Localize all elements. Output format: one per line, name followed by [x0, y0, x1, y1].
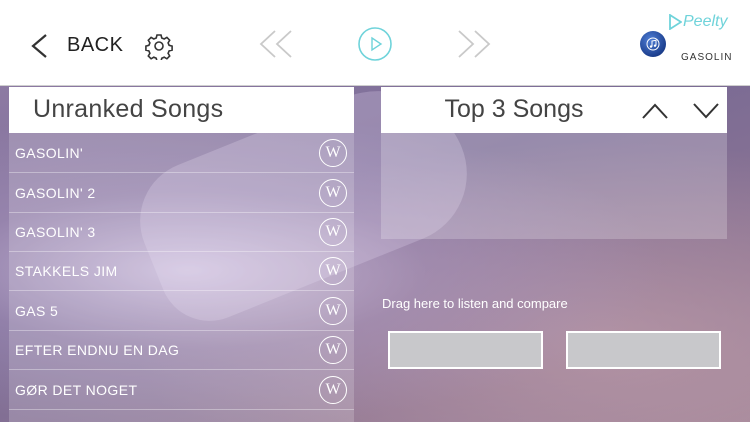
list-item[interactable]: GAS 5 W [9, 291, 354, 331]
compare-slot-right[interactable] [566, 331, 721, 369]
w-button[interactable]: W [319, 179, 347, 207]
chevron-down-icon[interactable] [692, 101, 720, 121]
list-item[interactable]: GØR DET NOGET W [9, 370, 354, 410]
song-name: EFTER ENDNU EN DAG [15, 342, 180, 358]
song-list: GASOLIN' W GASOLIN' 2 W GASOLIN' 3 W STA… [9, 133, 354, 422]
w-button[interactable]: W [319, 218, 347, 246]
w-button[interactable]: W [319, 257, 347, 285]
w-button[interactable]: W [319, 297, 347, 325]
list-item[interactable]: STAKKELS JIM W [9, 251, 354, 291]
unranked-songs-panel: Unranked Songs GASOLIN' W GASOLIN' 2 W G… [9, 87, 354, 422]
play-icon[interactable] [357, 26, 393, 62]
compare-slot-left[interactable] [388, 331, 543, 369]
w-button[interactable]: W [319, 139, 347, 167]
song-name: GASOLIN' 3 [15, 224, 96, 240]
peelty-logo-icon [669, 14, 682, 30]
song-name: GASOLIN' 2 [15, 185, 96, 201]
rewind-icon[interactable] [257, 29, 295, 59]
w-button[interactable]: W [319, 376, 347, 404]
top3-header: Top 3 Songs [381, 87, 727, 133]
song-name: STAKKELS JIM [15, 263, 118, 279]
top-3-songs-panel: Top 3 Songs [381, 87, 727, 239]
song-name: GASOLIN' [15, 145, 84, 161]
list-item[interactable]: GASOLIN' W [9, 133, 354, 173]
music-note-icon[interactable] [640, 31, 666, 57]
back-button[interactable]: BACK [67, 34, 123, 57]
gear-icon[interactable] [145, 32, 173, 60]
chevron-left-icon[interactable] [28, 33, 50, 59]
unranked-header: Unranked Songs [9, 87, 354, 133]
song-name: GAS 5 [15, 303, 59, 319]
top3-drop-area[interactable] [381, 133, 727, 239]
w-button[interactable]: W [319, 336, 347, 364]
top3-title: Top 3 Songs [444, 95, 584, 123]
brand-name: Peelty [683, 13, 728, 30]
list-item[interactable]: EFTER ENDNU EN DAG W [9, 330, 354, 370]
compare-instructions: Drag here to listen and compare [382, 296, 568, 311]
list-item[interactable]: GASOLIN' 2 W [9, 173, 354, 213]
fast-forward-icon[interactable] [455, 29, 493, 59]
chevron-up-icon[interactable] [641, 101, 669, 121]
unranked-title: Unranked Songs [33, 95, 224, 123]
artist-name: GASOLIN [681, 52, 733, 63]
list-item[interactable]: GASOLIN' 3 W [9, 212, 354, 252]
top-toolbar: BACK Peelty GASOLIN [0, 0, 750, 86]
song-name: GØR DET NOGET [15, 382, 138, 398]
